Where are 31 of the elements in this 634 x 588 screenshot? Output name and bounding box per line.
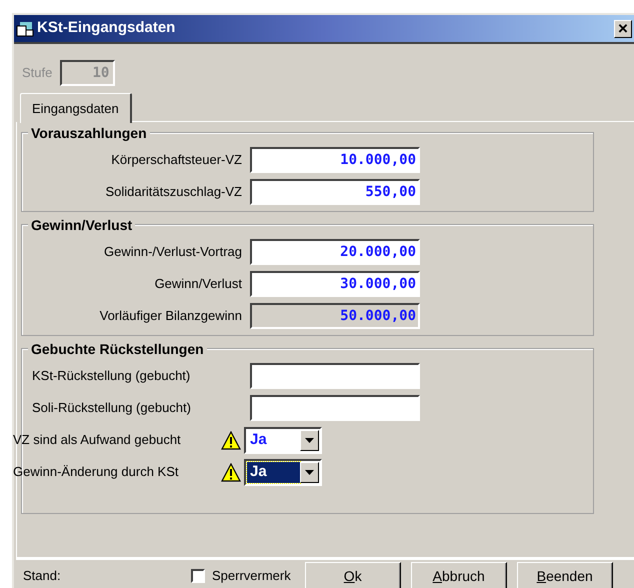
input-field[interactable]: 10.000,00 (250, 147, 420, 173)
status-label: Stand: (23, 567, 62, 586)
caret-icon (305, 470, 314, 474)
caret-icon (305, 438, 314, 442)
field-label: Soli-Rückstellung (gebucht) (31, 399, 192, 418)
window-title: KSt-Eingangsdaten (37, 18, 176, 38)
dropdown[interactable]: Ja (244, 458, 322, 486)
field-label: Solidaritätszuschlag-VZ (104, 183, 243, 202)
checkbox-label: Sperrvermerk (212, 567, 291, 586)
field-label: Gewinn-Änderung durch KSt (13, 463, 180, 482)
input-field: 50.000,00 (250, 303, 420, 329)
field-label: Gewinn/Verlust (154, 275, 243, 294)
dialog-button[interactable]: Abbruch (410, 562, 507, 588)
dialog-button[interactable]: Beenden (516, 562, 613, 588)
field-label: Vorläufiger Bilanzgewinn (98, 307, 243, 326)
field-label: VZ sind als Aufwand gebucht (13, 431, 182, 450)
dropdown[interactable]: Ja (244, 426, 322, 454)
close-button[interactable]: × (614, 20, 632, 38)
input-field[interactable]: 550,00 (250, 179, 420, 205)
stufe-label: Stufe (22, 64, 52, 82)
checkbox[interactable] (191, 569, 205, 583)
input-field[interactable] (250, 363, 420, 389)
input-field[interactable]: 20.000,00 (250, 239, 420, 265)
input-field[interactable] (250, 395, 420, 421)
field-label: KSt-Rückstellung (gebucht) (31, 367, 192, 386)
input-field[interactable]: 30.000,00 (250, 271, 420, 297)
field-label: Gewinn-/Verlust-Vortrag (102, 243, 243, 262)
tab[interactable]: Eingangsdaten (20, 93, 132, 123)
dialog-button[interactable]: Ok (304, 562, 401, 588)
app-icon (16, 20, 34, 36)
field-label: Körperschaftsteuer-VZ (110, 151, 243, 170)
